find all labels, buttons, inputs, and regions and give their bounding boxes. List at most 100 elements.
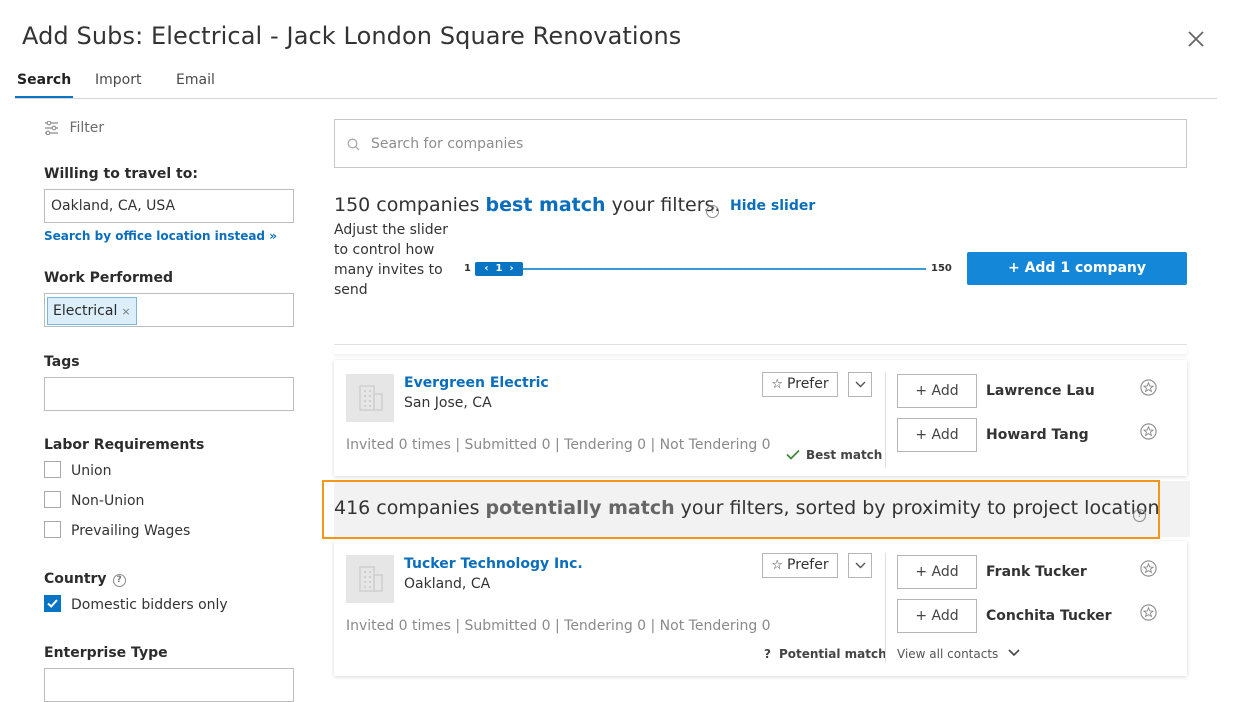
slider-min-label: 1 <box>464 263 471 274</box>
tab-search[interactable]: Search <box>15 72 74 99</box>
question-icon[interactable]: ? <box>706 205 719 218</box>
match-label: Potential match <box>778 647 887 661</box>
country-help-icon[interactable]: ? <box>112 574 126 587</box>
potential-match-help[interactable]: ? <box>1133 503 1146 522</box>
non-union-label: Non-Union <box>71 493 145 509</box>
best-match-help[interactable]: ? <box>706 199 719 218</box>
labor-label: Labor Requirements <box>44 437 205 453</box>
check-icon <box>786 449 800 460</box>
invite-slider-track[interactable] <box>476 268 926 270</box>
enterprise-type-input[interactable] <box>44 668 294 702</box>
potential-match-headline: 416 companies potentially match your fil… <box>334 497 1160 519</box>
tags-label: Tags <box>44 354 80 370</box>
potential-match-emphasis: potentially match <box>485 497 675 519</box>
prefer-button[interactable]: ☆ Prefer <box>762 553 838 578</box>
building-icon <box>359 566 383 592</box>
company-location: Oakland, CA <box>404 576 491 592</box>
best-match-headline: 150 companies best match your filters. <box>334 194 720 216</box>
union-label: Union <box>71 463 112 479</box>
union-option[interactable]: Union <box>44 461 111 479</box>
invite-slider-handle[interactable]: ‹ 1 › <box>475 262 523 276</box>
add-contact-button[interactable]: + Add <box>897 374 977 408</box>
union-checkbox[interactable] <box>44 461 61 478</box>
list-separator <box>334 344 1187 354</box>
enterprise-type-label: Enterprise Type <box>44 645 168 661</box>
add-contact-button[interactable]: + Add <box>897 599 977 633</box>
close-icon <box>1188 31 1204 47</box>
company-search-box[interactable] <box>334 119 1187 168</box>
match-tag: Best match <box>786 448 882 462</box>
contact-name: Lawrence Lau <box>986 383 1095 399</box>
view-all-label: View all contacts <box>897 647 999 661</box>
work-performed-label: Work Performed <box>44 270 174 286</box>
tab-email[interactable]: Email <box>174 72 217 99</box>
travel-location-input[interactable]: Oakland, CA, USA <box>44 189 294 223</box>
building-icon <box>359 385 383 411</box>
add-contact-button[interactable]: + Add <box>897 418 977 452</box>
company-name-link[interactable]: Tucker Technology Inc. <box>404 556 583 572</box>
tags-input[interactable] <box>44 377 294 411</box>
prefer-label: Prefer <box>787 376 829 392</box>
prevailing-wages-label: Prevailing Wages <box>71 523 191 539</box>
slider-max-label: 150 <box>931 263 952 274</box>
contact-name: Conchita Tucker <box>986 608 1112 624</box>
company-search-input[interactable] <box>369 120 1169 167</box>
chevron-right-icon: › <box>509 263 514 274</box>
chip-remove-icon[interactable]: × <box>121 305 130 318</box>
company-name-link[interactable]: Evergreen Electric <box>404 375 549 391</box>
filter-sliders-icon <box>45 120 58 136</box>
company-stats: Invited 0 times | Submitted 0 | Tenderin… <box>346 437 771 453</box>
non-union-option[interactable]: Non-Union <box>44 491 144 509</box>
travel-label: Willing to travel to: <box>44 166 198 182</box>
company-logo-placeholder <box>346 374 394 422</box>
filter-header[interactable]: Filter <box>44 120 104 136</box>
match-label: Best match <box>806 448 883 462</box>
favorite-contact-icon[interactable] <box>1140 560 1157 577</box>
slider-description: Adjust the slider to control how many in… <box>334 222 448 298</box>
hide-slider-link[interactable]: Hide slider <box>730 198 815 214</box>
question-mark-icon: ? <box>764 647 771 661</box>
prefer-dropdown-button[interactable] <box>848 372 872 397</box>
best-match-emphasis: best match <box>485 194 606 216</box>
company-card: Evergreen Electric San Jose, CA Invited … <box>334 360 1187 476</box>
favorite-contact-icon[interactable] <box>1140 423 1157 440</box>
add-contact-button[interactable]: + Add <box>897 555 977 589</box>
prevailing-wages-option[interactable]: Prevailing Wages <box>44 521 190 539</box>
domestic-only-checkbox[interactable] <box>44 595 61 612</box>
star-outline-icon: ☆ <box>771 377 784 392</box>
tab-import[interactable]: Import <box>93 72 143 99</box>
favorite-contact-icon[interactable] <box>1140 379 1157 396</box>
non-union-checkbox[interactable] <box>44 491 61 508</box>
search-icon <box>347 138 360 151</box>
office-location-link[interactable]: Search by office location instead » <box>44 229 277 243</box>
best-match-suffix: your filters. <box>605 194 721 216</box>
company-stats: Invited 0 times | Submitted 0 | Tenderin… <box>346 618 771 634</box>
add-companies-button[interactable]: + Add 1 company <box>967 252 1187 285</box>
chevron-down-icon <box>855 562 866 569</box>
star-outline-icon: ☆ <box>771 558 784 573</box>
potential-match-count: 416 companies <box>334 497 486 519</box>
company-logo-placeholder <box>346 555 394 603</box>
prefer-button[interactable]: ☆ Prefer <box>762 372 838 397</box>
company-location: San Jose, CA <box>404 395 492 411</box>
contact-name: Howard Tang <box>986 427 1089 443</box>
country-label: Country <box>44 571 107 587</box>
checkmark-icon <box>47 599 58 608</box>
company-card: Tucker Technology Inc. Oakland, CA Invit… <box>334 541 1187 676</box>
prevailing-wages-checkbox[interactable] <box>44 521 61 538</box>
view-all-contacts-link[interactable]: View all contacts <box>897 647 1020 661</box>
close-button[interactable] <box>1184 27 1208 51</box>
favorite-contact-icon[interactable] <box>1140 604 1157 621</box>
work-performed-chip: Electrical × <box>47 297 137 325</box>
filter-label: Filter <box>69 120 105 136</box>
domestic-only-label: Domestic bidders only <box>71 597 228 613</box>
best-match-count: 150 companies <box>334 194 486 216</box>
card-divider <box>885 372 886 468</box>
dialog-title: Add Subs: Electrical - Jack London Squar… <box>22 22 682 50</box>
chevron-down-icon <box>855 381 866 388</box>
question-icon[interactable]: ? <box>1133 509 1146 522</box>
match-tag: ? Potential match <box>764 647 887 661</box>
prefer-dropdown-button[interactable] <box>848 553 872 578</box>
domestic-only-option[interactable]: Domestic bidders only <box>44 595 228 613</box>
chevron-left-icon: ‹ <box>484 263 489 274</box>
